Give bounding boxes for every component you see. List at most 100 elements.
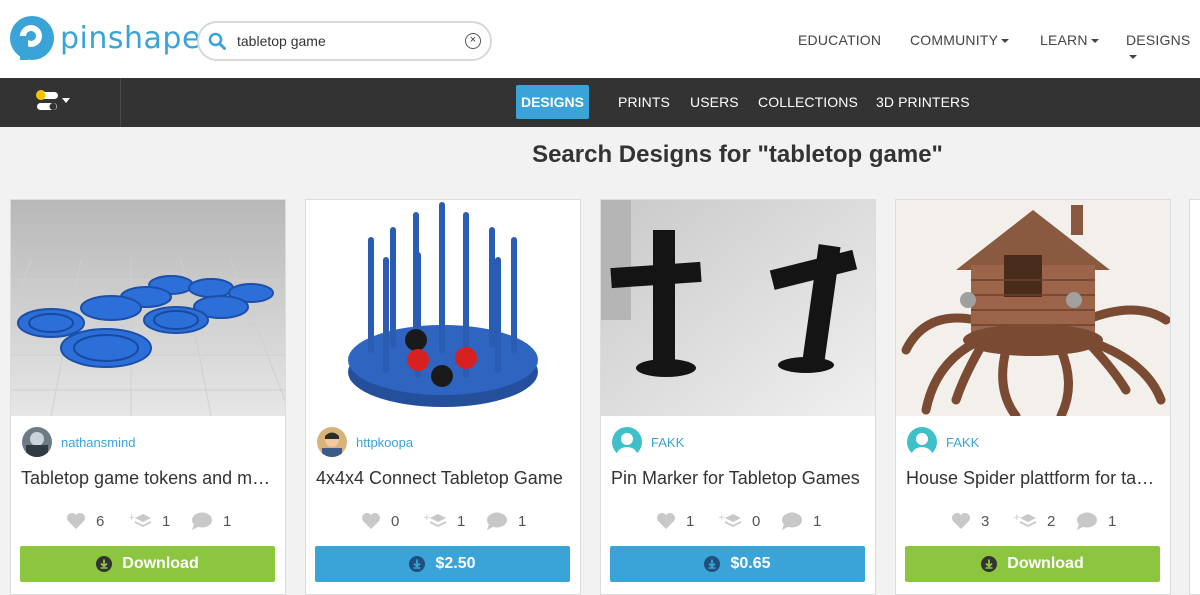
makes-count: 2 [1047, 512, 1056, 530]
pinshape-logo[interactable]: pinshape [10, 16, 201, 60]
author-link[interactable]: FAKK [651, 435, 684, 450]
sub-navigation-bar: PRINTS USERS COLLECTIONS 3D PRINTERS [0, 78, 1200, 127]
nav-designs[interactable]: DESIGNS [1126, 32, 1200, 64]
layers-plus-icon: + [718, 513, 741, 527]
design-thumbnail[interactable] [896, 200, 1170, 416]
close-circle-icon[interactable]: × [465, 33, 481, 49]
tab-collections-label: COLLECTIONS [758, 94, 858, 110]
tab-users-label: USERS [690, 94, 739, 110]
design-title[interactable]: Tabletop game tokens and mar… [21, 468, 279, 489]
likes-count: 0 [391, 512, 400, 530]
comments-stat[interactable]: 1 [486, 510, 526, 532]
likes-stat[interactable]: 1 [656, 510, 694, 532]
likes-stat[interactable]: 0 [361, 510, 399, 532]
nav-designs-label: DESIGNS [1126, 32, 1191, 48]
comments-count: 1 [223, 512, 232, 530]
search-icon[interactable] [208, 32, 226, 50]
heart-icon [657, 513, 675, 529]
design-title[interactable]: House Spider plattform for ta… [906, 468, 1164, 489]
nav-community-label: COMMUNITY [910, 32, 999, 48]
pinshape-logo-icon [10, 16, 54, 60]
nav-community[interactable]: COMMUNITY [910, 32, 1010, 48]
makes-stat: + 1 [128, 510, 170, 532]
author-link[interactable]: FAKK [946, 435, 979, 450]
price-label: $0.65 [730, 555, 771, 572]
logo-text: pinshape [60, 20, 201, 56]
likes-count: 3 [981, 512, 990, 530]
design-thumbnail[interactable] [11, 200, 285, 416]
comments-stat[interactable]: 1 [781, 510, 821, 532]
author-link[interactable]: nathansmind [61, 435, 135, 450]
design-card[interactable]: httpkoopa 4x4x4 Connect Tabletop Game 0 … [305, 199, 581, 595]
top-header: pinshape × EDUCATION COMMUNITY LEARN DES… [0, 0, 1200, 78]
design-card[interactable]: FAKK House Spider plattform for ta… 3 + … [895, 199, 1171, 595]
makes-stat: + 1 [423, 510, 465, 532]
design-thumbnail[interactable] [601, 200, 875, 416]
tab-designs[interactable]: DESIGNS [516, 85, 589, 119]
likes-stat[interactable]: 3 [951, 510, 989, 532]
makes-count: 1 [457, 512, 466, 530]
heart-icon [362, 513, 380, 529]
tab-collections[interactable]: COLLECTIONS [758, 94, 858, 110]
comments-count: 1 [1108, 512, 1117, 530]
download-button[interactable]: Download [20, 546, 275, 582]
author-avatar[interactable] [317, 427, 347, 457]
tab-prints[interactable]: PRINTS [618, 94, 670, 110]
nav-education[interactable]: EDUCATION [798, 32, 881, 48]
makes-count: 1 [162, 512, 171, 530]
comments-count: 1 [813, 512, 822, 530]
buy-button[interactable]: $2.50 [315, 546, 570, 582]
design-title[interactable]: Pin Marker for Tabletop Games [611, 468, 869, 489]
design-card[interactable]: FAKK Pin Marker for Tabletop Games 1 + 0… [600, 199, 876, 595]
buy-button[interactable]: $0.65 [610, 546, 865, 582]
download-button-label: Download [1007, 555, 1084, 572]
tab-prints-label: PRINTS [618, 94, 670, 110]
download-button[interactable]: Download [905, 546, 1160, 582]
comment-icon [782, 512, 802, 530]
tab-3d-printers-label: 3D PRINTERS [876, 94, 970, 110]
price-label: $2.50 [435, 555, 476, 572]
likes-count: 1 [686, 512, 695, 530]
search-input[interactable] [237, 29, 457, 53]
comment-icon [192, 512, 212, 530]
search-box[interactable]: × [197, 21, 492, 61]
nav-learn[interactable]: LEARN [1040, 32, 1099, 48]
author-avatar[interactable] [22, 427, 52, 457]
page-title-text: Search Designs for "tabletop game" [532, 141, 943, 168]
author-avatar[interactable] [907, 427, 937, 457]
tab-users[interactable]: USERS [690, 94, 739, 110]
tab-3d-printers[interactable]: 3D PRINTERS [876, 94, 970, 110]
likes-count: 6 [96, 512, 105, 530]
design-thumbnail[interactable] [306, 200, 580, 416]
toggle-switch-icon [36, 90, 70, 110]
likes-stat[interactable]: 6 [66, 510, 104, 532]
comments-stat[interactable]: 1 [1076, 510, 1116, 532]
filter-menu-toggle[interactable] [0, 78, 121, 127]
design-title[interactable]: 4x4x4 Connect Tabletop Game [316, 468, 574, 489]
download-icon [981, 556, 998, 572]
design-card-partial[interactable] [1189, 199, 1200, 595]
heart-icon [67, 513, 85, 529]
comment-icon [487, 512, 507, 530]
layers-plus-icon: + [128, 513, 151, 527]
makes-stat: + 0 [718, 510, 760, 532]
comments-stat[interactable]: 1 [191, 510, 231, 532]
caret-down-icon [1090, 39, 1099, 44]
layers-plus-icon: + [1013, 513, 1036, 527]
download-button-label: Download [122, 555, 199, 572]
design-card[interactable]: nathansmind Tabletop game tokens and mar… [10, 199, 286, 595]
author-avatar[interactable] [612, 427, 642, 457]
makes-count: 0 [752, 512, 761, 530]
author-link[interactable]: httpkoopa [356, 435, 413, 450]
caret-down-icon [1001, 39, 1010, 44]
page-title: Search Designs for "tabletop game" [0, 141, 1200, 169]
design-stats: 1 + 0 1 [601, 510, 875, 532]
svg-text:+: + [423, 513, 431, 523]
download-icon [704, 556, 721, 572]
heart-icon [952, 513, 970, 529]
download-icon [409, 556, 426, 572]
download-icon [96, 556, 113, 572]
svg-text:+: + [1013, 513, 1021, 523]
design-stats: 0 + 1 1 [306, 510, 580, 532]
design-stats: 6 + 1 1 [11, 510, 285, 532]
